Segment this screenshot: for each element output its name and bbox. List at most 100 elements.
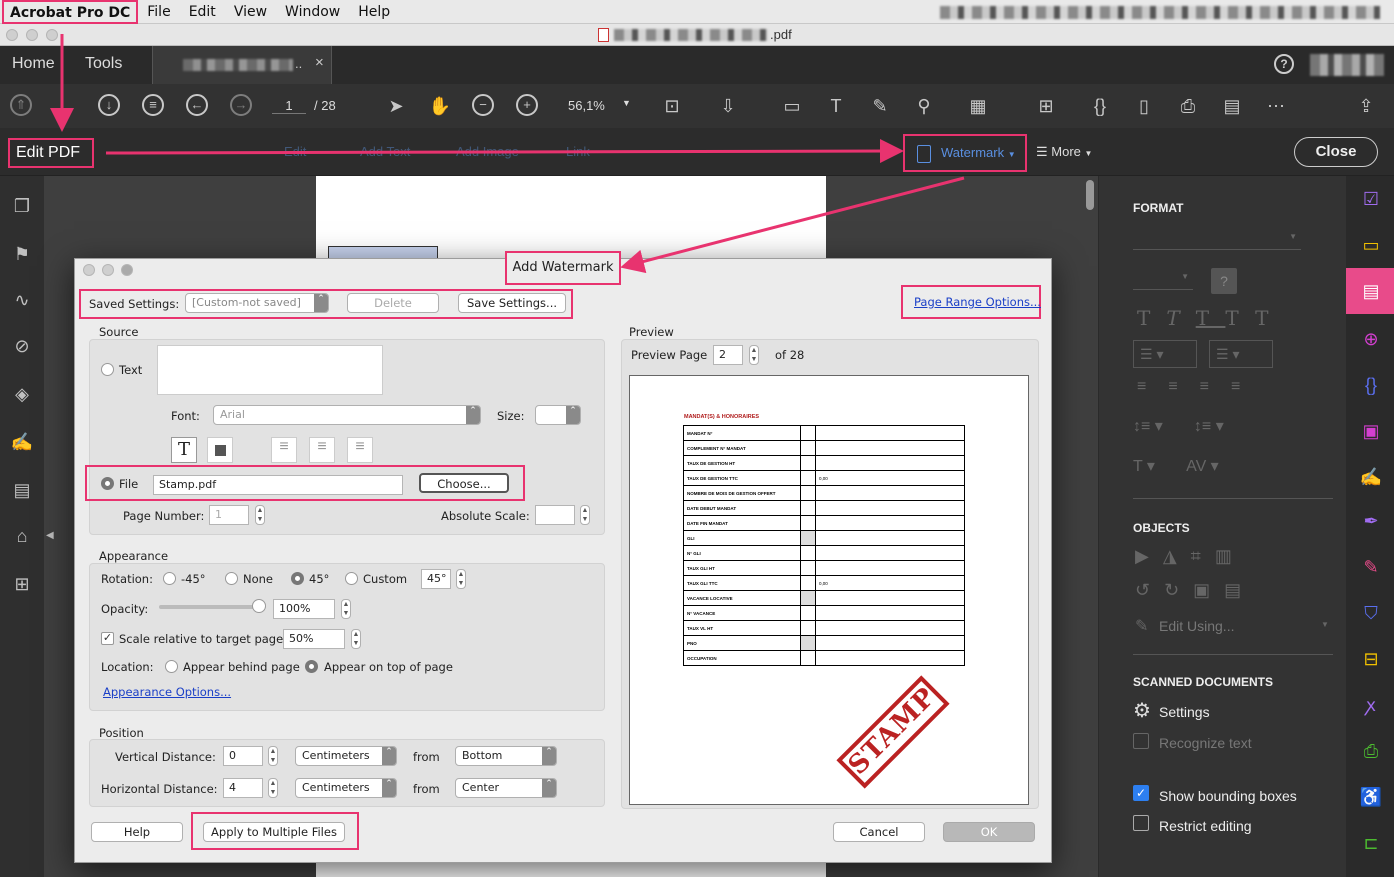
file-path-input[interactable]: Stamp.pdf (153, 475, 403, 495)
toolbox-icon[interactable]: ⊞ (1034, 94, 1058, 118)
file-radio[interactable] (101, 477, 114, 490)
send-for-signature-icon[interactable]: ✍ (1358, 464, 1384, 490)
vertical-scrollbar[interactable] (1086, 180, 1094, 210)
text-box-icon[interactable]: T (824, 94, 848, 118)
scale-relative-stepper[interactable]: ▲ ▼ (351, 629, 361, 649)
menu-file[interactable]: File (138, 4, 179, 20)
tab-document[interactable]: .. × (152, 46, 332, 84)
more-button[interactable]: ☰ More ▼ (1036, 144, 1092, 160)
choose-file-button[interactable]: Choose... (419, 473, 509, 493)
select-cursor-icon[interactable]: ➤ (384, 94, 408, 118)
menu-window[interactable]: Window (276, 4, 349, 20)
preview-page-stepper[interactable]: ▲ ▼ (749, 345, 759, 365)
left-panel-toggle-icon[interactable]: ◀ (46, 530, 54, 541)
cancel-button[interactable]: Cancel (833, 822, 925, 842)
horizontal-distance-input[interactable]: 4 (223, 778, 263, 798)
compare-icon[interactable]: ⊟ (1358, 646, 1384, 672)
vertical-unit-select[interactable]: Centimeters (295, 746, 397, 766)
saved-settings-select[interactable]: [Custom-not saved] (185, 293, 329, 313)
restrict-editing-checkbox[interactable] (1133, 815, 1149, 831)
apply-to-multiple-files-button[interactable]: Apply to Multiple Files (203, 822, 345, 842)
dialog-close-dot[interactable] (83, 264, 95, 276)
opacity-stepper[interactable]: ▲ ▼ (341, 599, 351, 619)
menu-edit[interactable]: Edit (180, 4, 225, 20)
signature-tool-icon[interactable]: ꭗ (1358, 692, 1384, 718)
align-right-icon[interactable]: ≡ (347, 437, 373, 463)
absolute-scale-stepper[interactable]: ▲ ▼ (580, 505, 590, 525)
preview-page-input[interactable]: 2 (713, 345, 743, 365)
horizontal-unit-select[interactable]: Centimeters (295, 778, 397, 798)
rotation-custom-radio[interactable] (345, 572, 358, 585)
app-menu[interactable]: Acrobat Pro DC (2, 0, 139, 24)
custom-rotation-stepper[interactable]: ▲ ▼ (456, 569, 466, 589)
attachment-icon[interactable]: ⊘ (10, 336, 34, 360)
create-pdf-icon[interactable]: ⊕ (1358, 326, 1384, 352)
last-page-icon[interactable]: ≡ (142, 94, 164, 116)
minimize-window-dot[interactable] (26, 29, 38, 41)
print-production-icon[interactable]: ⎙ (1358, 738, 1384, 764)
more-tools-icon[interactable]: ⋯ (1264, 94, 1288, 118)
rotation-45-radio[interactable] (291, 572, 304, 585)
comment-icon[interactable]: ▭ (780, 94, 804, 118)
text-radio[interactable] (101, 363, 114, 376)
save-settings-button[interactable]: Save Settings... (458, 293, 566, 313)
ok-button[interactable]: OK (943, 822, 1035, 842)
delete-button[interactable]: Delete (347, 293, 439, 313)
text-field-icon[interactable]: ▯ (1132, 94, 1156, 118)
settings-link[interactable]: Settings (1159, 704, 1210, 720)
size-select[interactable] (535, 405, 581, 425)
text-entry-box[interactable] (157, 345, 383, 395)
user-avatar-blurred[interactable] (1310, 54, 1384, 76)
opacity-slider-knob[interactable] (252, 599, 266, 613)
vertical-distance-input[interactable]: 0 (223, 746, 263, 766)
tag-icon[interactable]: ⌂ (10, 526, 34, 550)
text-outline-icon[interactable]: T (171, 437, 197, 463)
appear-behind-radio[interactable] (165, 660, 178, 673)
next-page-icon[interactable]: → (230, 94, 252, 116)
font-select[interactable]: Arial (213, 405, 481, 425)
opacity-slider-track[interactable] (159, 605, 259, 609)
help-button[interactable]: Help (91, 822, 183, 842)
scrolling-mode-icon[interactable]: ⇩ (716, 94, 740, 118)
menu-help[interactable]: Help (349, 4, 399, 20)
zoom-window-dot[interactable] (46, 29, 58, 41)
scale-relative-input[interactable]: 50% (283, 629, 345, 649)
zoom-level[interactable]: 56,1% (568, 98, 605, 113)
form-field-icon[interactable]: {} (1088, 94, 1112, 118)
absolute-scale-input[interactable] (535, 505, 575, 525)
share-icon[interactable]: ⇪ (1354, 94, 1378, 118)
appearance-options-link[interactable]: Appearance Options... (103, 685, 231, 699)
fill-sign-icon[interactable]: ☑ (1358, 186, 1384, 212)
protect-icon[interactable]: ⛉ (1358, 600, 1384, 626)
highlight-pen-icon[interactable]: ✎ (868, 94, 892, 118)
export-pdf-icon[interactable]: ▣ (1358, 418, 1384, 444)
close-tab-icon[interactable]: × (315, 54, 324, 71)
appear-on-top-radio[interactable] (305, 660, 318, 673)
sign-pen-icon[interactable]: ✍ (10, 432, 34, 456)
rotation-none-radio[interactable] (225, 572, 238, 585)
horizontal-distance-stepper[interactable]: ▲ ▼ (268, 778, 278, 798)
vertical-distance-stepper[interactable]: ▲ ▼ (268, 746, 278, 766)
certificates-tool-icon[interactable]: ✒ (1358, 508, 1384, 534)
accessibility-icon[interactable]: ♿ (1358, 784, 1384, 810)
first-page-icon[interactable]: ⇑ (10, 94, 32, 116)
comment-tool-icon[interactable]: ▭ (1358, 232, 1384, 258)
export-icon[interactable]: ⎙ (1176, 94, 1200, 118)
dialog-zoom-dot[interactable] (121, 264, 133, 276)
show-bounding-boxes-checkbox[interactable]: ✓ (1133, 785, 1149, 801)
page-icon[interactable]: ▤ (1220, 94, 1244, 118)
previous-page-icon[interactable]: ← (186, 94, 208, 116)
watermark-button[interactable]: Watermark ▼ (903, 134, 1027, 172)
document-icon[interactable]: ▤ (10, 480, 34, 504)
tab-tools[interactable]: Tools (85, 55, 122, 73)
opacity-input[interactable]: 100% (273, 599, 335, 619)
page-range-options-link[interactable]: Page Range Options... (914, 295, 1041, 309)
bookmark-icon[interactable]: ⚑ (10, 244, 34, 268)
scroll-down-icon[interactable]: ↓ (98, 94, 120, 116)
recognize-text-checkbox[interactable] (1133, 733, 1149, 749)
text-fill-icon[interactable] (207, 437, 233, 463)
settings-gear-icon[interactable]: ⚙ (1133, 698, 1151, 723)
align-left-icon[interactable]: ≡ (271, 437, 297, 463)
rotation-minus45-radio[interactable] (163, 572, 176, 585)
zoom-dropdown-icon[interactable]: ▼ (622, 98, 631, 108)
